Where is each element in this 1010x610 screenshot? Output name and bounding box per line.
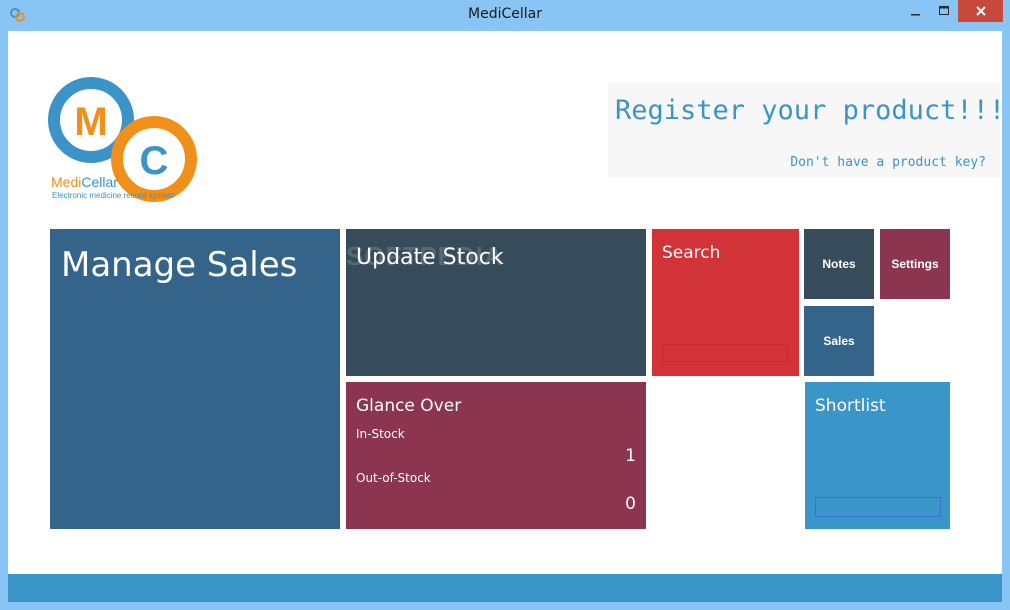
register-panel: Register your product!!! Don't have a pr…	[608, 83, 1005, 177]
in-stock-value: 1	[625, 446, 636, 466]
update-stock-label: Update Stock	[356, 245, 504, 270]
product-key-link[interactable]: Don't have a product key?	[790, 155, 986, 170]
update-stock-tile[interactable]: Update Stock	[346, 229, 646, 376]
manage-sales-label: Manage Sales	[61, 245, 298, 285]
sales-tile[interactable]: Sales	[804, 306, 874, 376]
logo-name: MediCellar	[51, 174, 118, 190]
maximize-icon	[939, 6, 949, 15]
in-stock-label: In-Stock	[356, 427, 405, 441]
title-bar[interactable]: MediCellar	[0, 0, 1010, 31]
status-bar	[8, 574, 1002, 602]
glance-over-label: Glance Over	[356, 396, 462, 416]
register-title[interactable]: Register your product!!!	[615, 95, 1005, 126]
notes-label: Notes	[822, 257, 856, 271]
search-input[interactable]	[662, 344, 788, 362]
maximize-button[interactable]	[930, 0, 958, 22]
out-of-stock-value: 0	[625, 494, 636, 514]
shortlist-input[interactable]	[815, 497, 941, 517]
settings-tile[interactable]: Settings	[880, 229, 950, 299]
logo-letter-c: C	[140, 139, 169, 183]
window-title: MediCellar	[468, 6, 542, 22]
main-content: M C MediCellar Electronic medicine recor…	[8, 31, 1005, 602]
sales-label: Sales	[823, 334, 855, 348]
close-button[interactable]	[958, 0, 1003, 22]
close-icon	[975, 6, 986, 16]
search-tile[interactable]: Search	[652, 229, 799, 376]
settings-label: Settings	[891, 257, 939, 271]
logo-letter-m: M	[74, 100, 107, 144]
out-of-stock-label: Out-of-Stock	[356, 471, 431, 485]
notes-tile[interactable]: Notes	[804, 229, 874, 299]
glance-over-tile[interactable]: Glance Over In-Stock 1 Out-of-Stock 0	[346, 382, 646, 529]
manage-sales-tile[interactable]: Manage Sales	[50, 229, 340, 529]
logo-tagline: Electronic medicine record system	[52, 191, 174, 200]
logo-name-medi: Medi	[51, 174, 82, 190]
search-label: Search	[662, 243, 721, 263]
shortlist-tile[interactable]: Shortlist	[805, 382, 950, 529]
minimize-icon	[911, 14, 920, 16]
shortlist-label: Shortlist	[815, 396, 886, 416]
minimize-button[interactable]	[902, 0, 930, 22]
logo-name-cellar: Cellar	[81, 174, 118, 190]
